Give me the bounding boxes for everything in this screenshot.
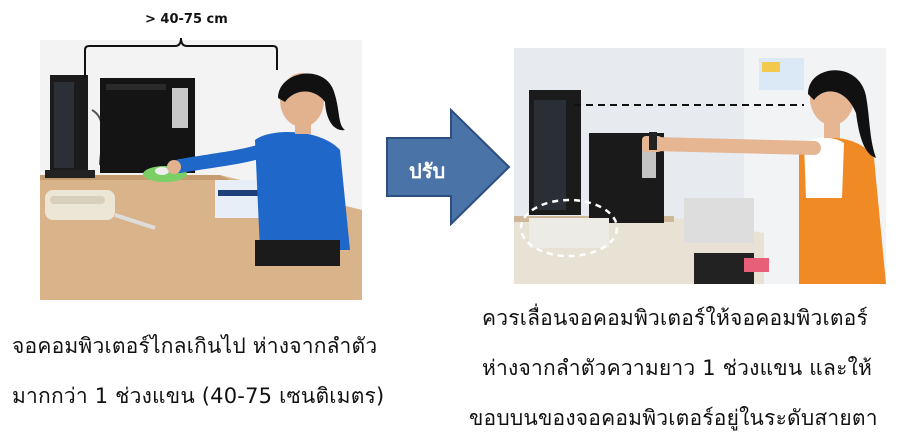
distance-label: > 40-75 cm xyxy=(145,12,228,27)
adjust-label: ปรับ xyxy=(409,159,446,183)
left-caption-line-1: จอคอมพิวเตอร์ไกลเกินไป ห่างจากลำตัว xyxy=(12,334,378,358)
right-caption-line-2: ห่างจากลำตัวความยาว 1 ช่วงแขน และให้ xyxy=(482,356,873,380)
right-photo-correct xyxy=(514,48,886,284)
telephone xyxy=(45,190,115,220)
left-caption-line-2: มากกว่า 1 ช่วงแขน (40-75 เซนติเมตร) xyxy=(12,384,385,408)
right-caption-line-1: ควรเลื่อนจอคอมพิวเตอร์ให้จอคอมพิวเตอร์ xyxy=(482,306,868,330)
right-caption-line-3: ขอบบนของจอคอมพิวเตอร์อยู่ในระดับสายตา xyxy=(469,406,878,430)
distance-bracket xyxy=(84,37,278,78)
right-scene xyxy=(514,48,886,284)
